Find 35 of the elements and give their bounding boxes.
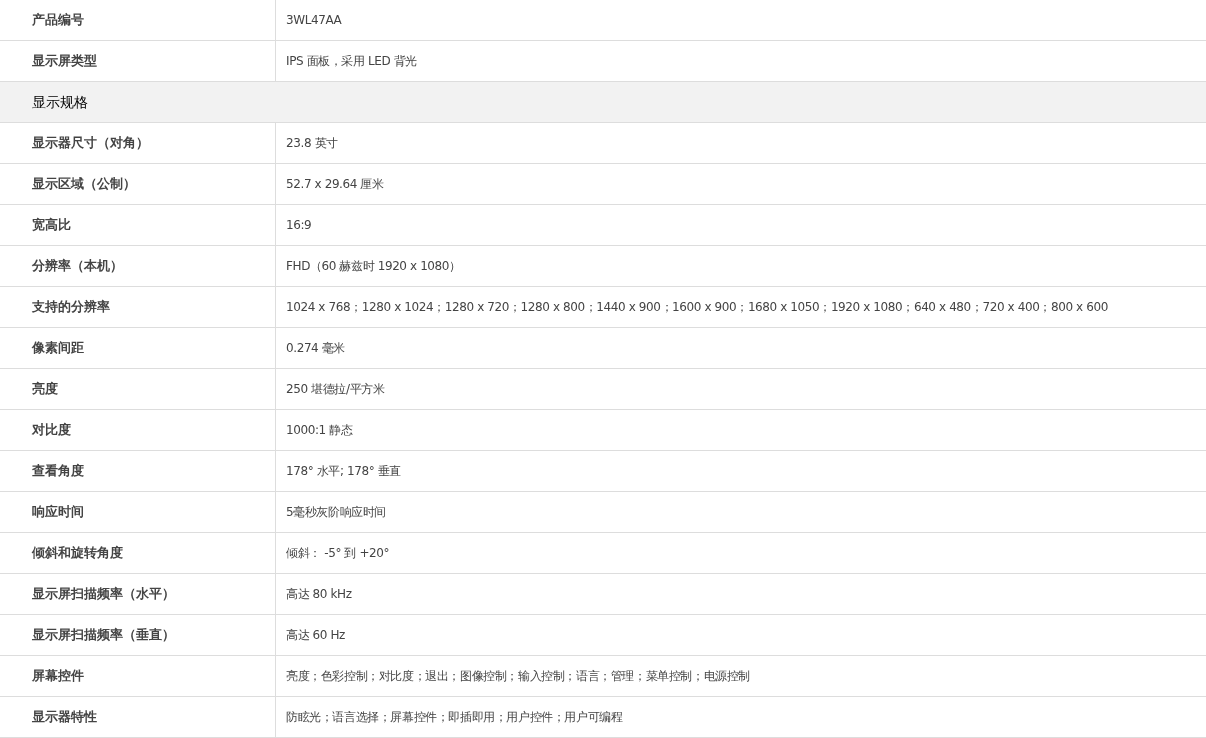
spec-label: 屏幕控件	[32, 667, 84, 686]
spec-value: 250 堪德拉/平方米	[286, 381, 385, 398]
spec-value: 0.274 毫米	[286, 340, 345, 357]
spec-value: 高达 80 kHz	[286, 586, 352, 603]
spec-label: 亮度	[32, 380, 58, 399]
spec-value: 3WL47AA	[286, 12, 342, 29]
spec-label: 倾斜和旋转角度	[32, 544, 123, 563]
spec-value: 亮度；色彩控制；对比度；退出；图像控制；输入控制；语言；管理；菜单控制；电源控制	[286, 668, 750, 685]
spec-value: 1000:1 静态	[286, 422, 353, 439]
spec-value: 防眩光；语言选择；屏幕控件；即插即用；用户控件；用户可编程	[286, 709, 623, 726]
spec-value: 23.8 英寸	[286, 135, 338, 152]
spec-label: 显示器尺寸（对角）	[32, 134, 149, 153]
spec-value: 高达 60 Hz	[286, 627, 346, 644]
spec-label: 对比度	[32, 421, 71, 440]
spec-label: 响应时间	[32, 503, 84, 522]
spec-label: 产品编号	[32, 11, 84, 30]
spec-value: 1024 x 768；1280 x 1024；1280 x 720；1280 x 800；1440 x 900；1600 x 900；1680 x 1050；1920 x 1080；640 x 480；720 x 400；800 x 600	[286, 299, 1108, 316]
spec-label: 分辨率（本机）	[32, 257, 123, 276]
spec-label: 显示屏扫描频率（水平）	[32, 585, 175, 604]
spec-value: 5毫秒灰阶响应时间	[286, 504, 387, 521]
spec-label: 显示区域（公制）	[32, 175, 136, 194]
spec-value: 178° 水平; 178° 垂直	[286, 463, 401, 480]
spec-value: 52.7 x 29.64 厘米	[286, 176, 384, 193]
spec-value: 倾斜： -5° 到 +20°	[286, 545, 390, 562]
spec-value: IPS 面板，采用 LED 背光	[286, 53, 417, 70]
spec-label: 查看角度	[32, 462, 84, 481]
spec-label: 支持的分辨率	[32, 298, 110, 317]
spec-label: 像素间距	[32, 339, 84, 358]
section-heading: 显示规格	[32, 92, 88, 112]
spec-label: 宽高比	[32, 216, 71, 235]
spec-label: 显示屏扫描频率（垂直）	[32, 626, 175, 645]
spec-value: FHD（60 赫兹时 1920 x 1080）	[286, 258, 461, 275]
spec-label: 显示屏类型	[32, 52, 97, 71]
spec-value: 16:9	[286, 217, 312, 234]
spec-label: 显示器特性	[32, 708, 97, 727]
